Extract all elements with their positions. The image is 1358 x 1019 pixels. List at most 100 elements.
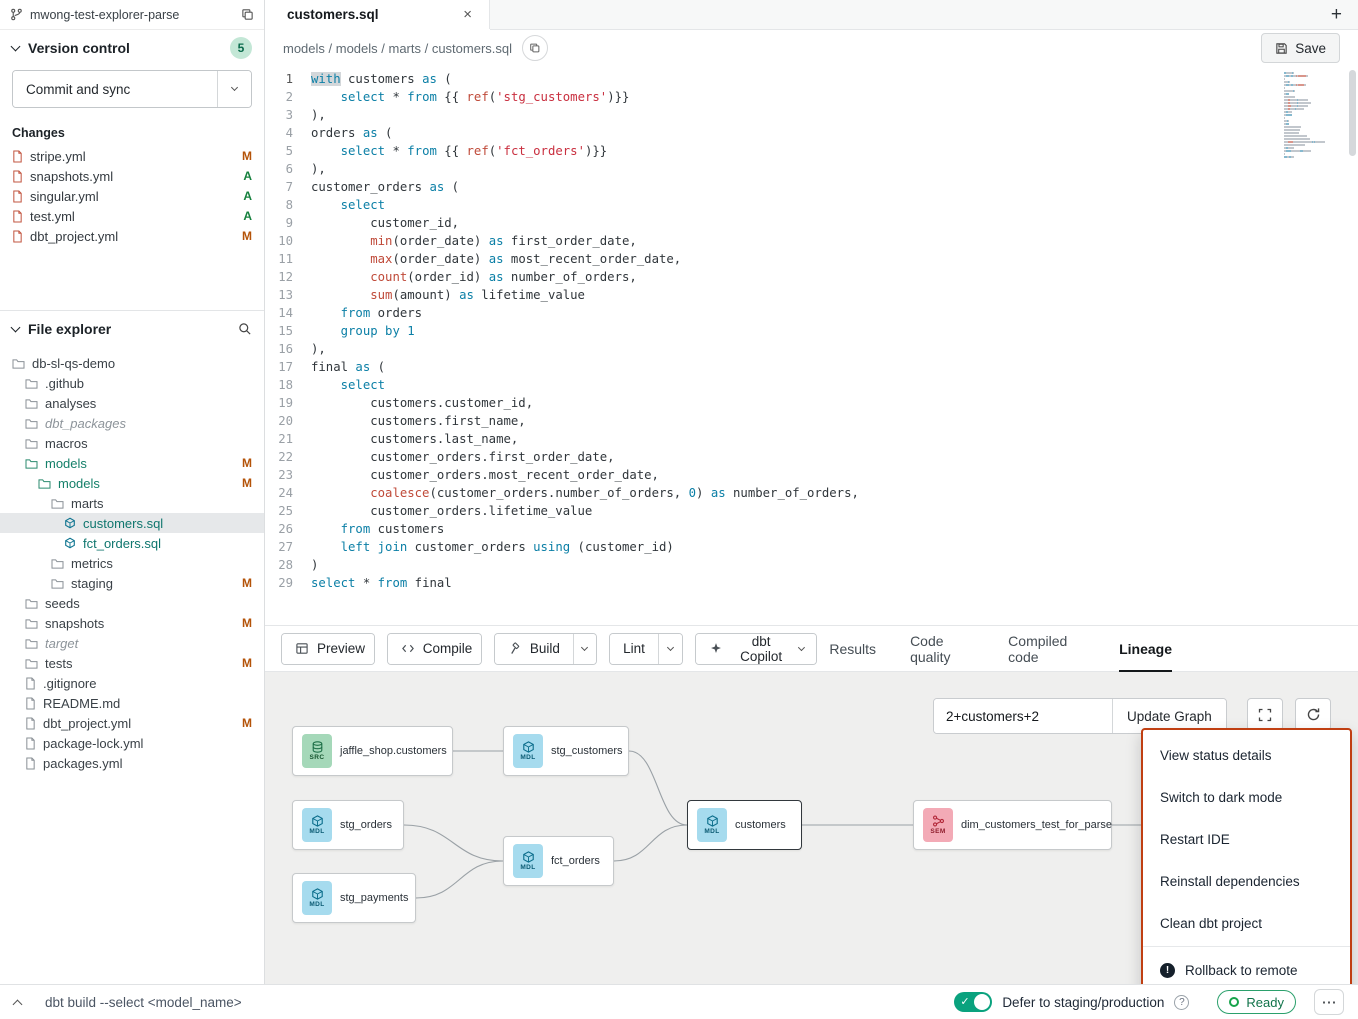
dbt-copilot-button[interactable]: dbt Copilot [696,634,816,664]
code-line: 10 min(order_date) as first_order_date, [265,232,1358,250]
tree-item-staging[interactable]: stagingM [0,573,264,593]
lint-options-caret[interactable] [658,634,683,664]
tree-item-marts[interactable]: marts [0,493,264,513]
tree-item-github[interactable]: .github [0,373,264,393]
tree-item-seeds[interactable]: seeds [0,593,264,613]
ide-status-badge[interactable]: Ready [1217,990,1296,1014]
lineage-node-stg-payments[interactable]: MDLstg_payments [292,873,416,923]
tree-item-metrics[interactable]: metrics [0,553,264,573]
menu-item-view-status-details[interactable]: View status details [1143,734,1350,776]
chevron-down-icon [11,42,21,52]
tree-item-customers-sql[interactable]: customers.sql [0,513,264,533]
code-line: 22 customer_orders.first_order_date, [265,448,1358,466]
fullscreen-button[interactable] [1247,698,1283,731]
version-control-title: Version control [28,40,130,56]
lineage-node-stg-orders[interactable]: MDLstg_orders [292,800,404,850]
line-number: 6 [265,160,311,178]
folder-icon [51,558,64,569]
tree-item-models[interactable]: modelsM [0,453,264,473]
code-text: coalesce(customer_orders.number_of_order… [311,484,859,502]
chevron-up-icon [13,999,23,1009]
tree-item-package-lock-yml[interactable]: package-lock.yml [0,733,264,753]
changed-file-name: singular.yml [30,189,236,204]
new-tab-button[interactable]: + [1331,5,1342,24]
compile-button[interactable]: Compile [388,634,482,664]
lineage-node-jaffle-shop-customers[interactable]: SRCjaffle_shop.customers [292,726,453,776]
lint-button[interactable]: Lint [610,634,658,664]
more-options-button[interactable]: ⋯ [1314,989,1344,1015]
save-button[interactable]: Save [1261,33,1340,63]
code-line: 26 from customers [265,520,1358,538]
code-text: ), [311,106,326,124]
change-row-snapshots-yml[interactable]: snapshots.ymlA [0,166,264,186]
minimap-line [1284,114,1342,116]
code-text: customers.last_name, [311,430,518,448]
search-icon[interactable] [238,322,252,336]
commit-options-caret[interactable] [217,71,251,107]
lineage-node-fct-orders[interactable]: MDLfct_orders [503,836,614,886]
change-row-dbt-project-yml[interactable]: dbt_project.ymlM [0,226,264,246]
lineage-filter-input[interactable] [934,699,1112,733]
tree-item-packages-yml[interactable]: packages.yml [0,753,264,773]
tree-item-dbt-project-yml[interactable]: dbt_project.ymlM [0,713,264,733]
build-options-caret[interactable] [573,634,596,664]
build-button[interactable]: Build [495,634,573,664]
tree-item-label: macros [45,436,252,451]
status-ring-icon [1229,997,1239,1007]
lineage-node-customers[interactable]: MDLcustomers [687,800,802,850]
line-number: 9 [265,214,311,232]
file-explorer-header[interactable]: File explorer [0,311,264,347]
changed-file-icon [12,150,23,163]
commit-and-sync-button[interactable]: Commit and sync [13,71,217,107]
tab-lineage[interactable]: Lineage [1119,625,1172,672]
folder-icon [25,378,38,389]
line-number: 14 [265,304,311,322]
code-text: sum(amount) as lifetime_value [311,286,585,304]
close-tab-icon[interactable]: × [460,6,475,23]
help-icon[interactable]: ? [1174,995,1189,1010]
change-row-stripe-yml[interactable]: stripe.ymlM [0,146,264,166]
editor-scrollbar[interactable] [1349,70,1356,156]
preview-button[interactable]: Preview [282,634,375,664]
tree-item-snapshots[interactable]: snapshotsM [0,613,264,633]
tab-code-quality[interactable]: Code quality [910,625,974,672]
menu-item-switch-to-dark-mode[interactable]: Switch to dark mode [1143,776,1350,818]
tree-item-dbt-packages[interactable]: dbt_packages [0,413,264,433]
version-control-header[interactable]: Version control 5 [0,30,264,66]
minimap-line [1284,153,1342,155]
tree-item-models[interactable]: modelsM [0,473,264,493]
code-line: 11 max(order_date) as most_recent_order_… [265,250,1358,268]
code-text: customers.customer_id, [311,394,533,412]
tab-results[interactable]: Results [829,625,876,672]
tree-item-analyses[interactable]: analyses [0,393,264,413]
tree-item-readme-md[interactable]: README.md [0,693,264,713]
git-branch-icon [10,8,23,21]
tree-item-target[interactable]: target [0,633,264,653]
code-editor[interactable]: 1with customers as (2 select * from {{ r… [265,66,1358,625]
menu-item-restart-ide[interactable]: Restart IDE [1143,818,1350,860]
change-row-singular-yml[interactable]: singular.ymlA [0,186,264,206]
minimap[interactable] [1284,72,1342,159]
tree-item-db-sl-qs-demo[interactable]: db-sl-qs-demo [0,353,264,373]
menu-item-reinstall-dependencies[interactable]: Reinstall dependencies [1143,860,1350,902]
tab-compiled-code[interactable]: Compiled code [1008,625,1085,672]
file-icon [25,757,36,770]
menu-item-clean-dbt-project[interactable]: Clean dbt project [1143,902,1350,944]
code-text: orders as ( [311,124,392,142]
menu-item-rollback-to-remote[interactable]: !Rollback to remote [1143,949,1350,984]
tab-customers-sql[interactable]: customers.sql × [265,0,490,29]
refresh-graph-button[interactable] [1295,698,1331,731]
defer-toggle[interactable]: ✓ [954,992,992,1012]
copy-file-name-button[interactable] [522,35,548,61]
copy-branch-icon[interactable] [241,8,254,21]
tree-item-tests[interactable]: testsM [0,653,264,673]
lineage-node-stg-customers[interactable]: MDLstg_customers [503,726,629,776]
lineage-node-dim-customers-test-for-parse[interactable]: SEMdim_customers_test_for_parse [913,800,1112,850]
expand-console-chevron[interactable] [14,997,21,1008]
tree-item-fct-orders-sql[interactable]: fct_orders.sql [0,533,264,553]
tree-item-macros[interactable]: macros [0,433,264,453]
tree-item-gitignore[interactable]: .gitignore [0,673,264,693]
change-row-test-yml[interactable]: test.ymlA [0,206,264,226]
tree-item-label: fct_orders.sql [83,536,252,551]
lineage-panel[interactable]: SRCjaffle_shop.customers MDLstg_customers… [265,672,1358,984]
